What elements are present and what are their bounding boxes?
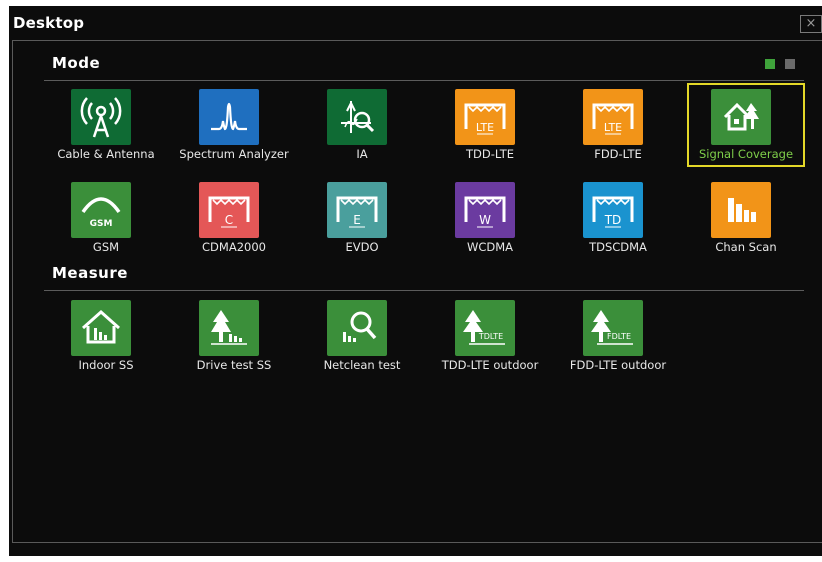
svg-text:LTE: LTE <box>604 121 622 134</box>
svg-text:TD: TD <box>604 213 622 227</box>
house-signal-icon <box>711 89 771 145</box>
title-bar: Desktop × <box>9 6 822 40</box>
tile-fdd-lte[interactable]: LTE FDD-LTE <box>559 83 677 167</box>
tile-label: CDMA2000 <box>202 240 266 254</box>
lte-frame-icon: LTE <box>583 89 643 145</box>
page-indicator-active[interactable] <box>765 59 775 69</box>
tree-fdlte-icon: FDLTE <box>583 300 643 356</box>
close-button[interactable]: × <box>800 15 822 33</box>
svg-text:GSM: GSM <box>90 219 113 229</box>
tile-label: Netclean test <box>323 358 401 372</box>
tile-wcdma[interactable]: W WCDMA <box>431 176 549 260</box>
evdo-frame-icon: E <box>327 182 387 238</box>
measure-divider <box>44 290 804 291</box>
page-indicator-inactive[interactable] <box>785 59 795 69</box>
interference-analyzer-icon <box>327 89 387 145</box>
tile-label: EVDO <box>345 240 379 254</box>
tile-label: Drive test SS <box>196 358 272 372</box>
channel-scan-icon <box>711 182 771 238</box>
tile-label: GSM <box>92 240 120 254</box>
tile-chan-scan[interactable]: Chan Scan <box>687 176 805 260</box>
svg-text:LTE: LTE <box>476 121 494 134</box>
tree-tdlte-icon: TDLTE <box>455 300 515 356</box>
tile-ia[interactable]: IA <box>303 83 421 167</box>
tile-drive-test-ss[interactable]: Drive test SS <box>175 294 293 378</box>
tile-fdd-lte-outdoor[interactable]: FDLTE FDD-LTE outdoor <box>559 294 677 378</box>
svg-text:C: C <box>225 213 233 227</box>
measure-section-title: Measure <box>52 264 128 282</box>
tile-label: Indoor SS <box>78 358 134 372</box>
tile-label: Spectrum Analyzer <box>179 147 289 161</box>
tile-indoor-ss[interactable]: Indoor SS <box>47 294 165 378</box>
svg-text:E: E <box>353 213 361 227</box>
gsm-arc-icon: GSM <box>71 182 131 238</box>
window-title: Desktop <box>13 14 85 32</box>
tile-tdscdma[interactable]: TD TDSCDMA <box>559 176 677 260</box>
tile-gsm[interactable]: GSM GSM <box>47 176 165 260</box>
tile-evdo[interactable]: E EVDO <box>303 176 421 260</box>
tile-cdma2000[interactable]: C CDMA2000 <box>175 176 293 260</box>
tile-tdd-lte-outdoor[interactable]: TDLTE TDD-LTE outdoor <box>431 294 549 378</box>
desktop-window: Desktop × Mode Cable & Antenna Spectrum A… <box>9 6 822 556</box>
wcdma-frame-icon: W <box>455 182 515 238</box>
tile-label: Cable & Antenna <box>57 147 155 161</box>
desktop-panel: Mode Cable & Antenna Spectrum Analyzer IA L… <box>12 40 822 543</box>
magnifier-icon <box>327 300 387 356</box>
svg-text:TDLTE: TDLTE <box>478 332 503 341</box>
tile-label: Chan Scan <box>715 240 777 254</box>
spectrum-icon <box>199 89 259 145</box>
tile-signal-coverage[interactable]: Signal Coverage <box>687 83 805 167</box>
svg-text:W: W <box>479 213 491 227</box>
tdscdma-frame-icon: TD <box>583 182 643 238</box>
tile-label: FDD-LTE outdoor <box>569 358 667 372</box>
lte-frame-icon: LTE <box>455 89 515 145</box>
mode-divider <box>44 80 804 81</box>
indoor-house-icon <box>71 300 131 356</box>
tile-label: Signal Coverage <box>698 147 794 161</box>
drive-tree-icon <box>199 300 259 356</box>
tile-label: WCDMA <box>466 240 514 254</box>
tile-spectrum-analyzer[interactable]: Spectrum Analyzer <box>175 83 293 167</box>
tile-netclean-test[interactable]: Netclean test <box>303 294 421 378</box>
tile-cable-and-antenna[interactable]: Cable & Antenna <box>47 83 165 167</box>
antenna-icon <box>71 89 131 145</box>
tile-label: TDD-LTE outdoor <box>441 358 539 372</box>
tile-label: TDD-LTE <box>466 147 514 161</box>
mode-section-title: Mode <box>52 54 101 72</box>
tile-tdd-lte[interactable]: LTE TDD-LTE <box>431 83 549 167</box>
cdma-frame-icon: C <box>199 182 259 238</box>
svg-text:FDLTE: FDLTE <box>607 332 631 341</box>
tile-label: IA <box>356 147 368 161</box>
tile-label: FDD-LTE <box>594 147 642 161</box>
tile-label: TDSCDMA <box>589 240 647 254</box>
